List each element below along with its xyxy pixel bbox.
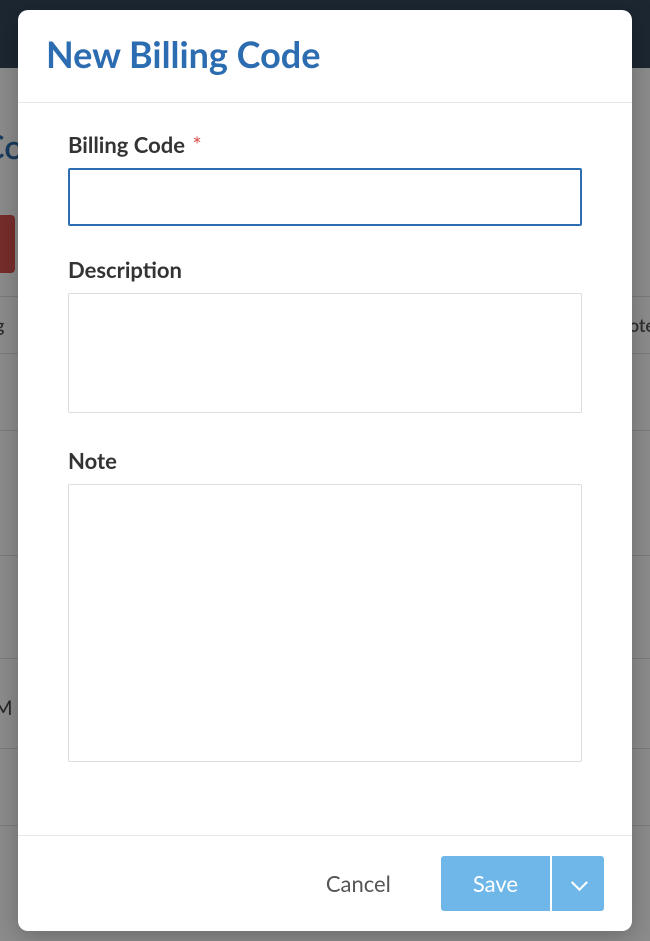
note-label: Note [68,447,582,474]
save-button-group: Save [441,856,604,911]
note-group: Note [68,447,582,766]
modal-title: New Billing Code [46,32,604,76]
chevron-down-icon [571,874,588,891]
required-indicator: * [192,131,201,158]
modal-footer: Cancel Save [18,835,632,931]
billing-code-input[interactable] [68,168,582,226]
note-input[interactable] [68,484,582,762]
description-label: Description [68,256,582,283]
modal-body: Billing Code * Description Note [18,103,632,835]
billing-code-label: Billing Code * [68,131,582,158]
billing-code-group: Billing Code * [68,131,582,226]
save-dropdown-button[interactable] [552,856,604,911]
new-billing-code-modal: New Billing Code Billing Code * Descript… [18,10,632,931]
save-button[interactable]: Save [441,856,550,911]
cancel-button[interactable]: Cancel [326,870,391,897]
modal-header: New Billing Code [18,10,632,103]
description-input[interactable] [68,293,582,413]
billing-code-label-text: Billing Code [68,131,185,158]
description-group: Description [68,256,582,417]
